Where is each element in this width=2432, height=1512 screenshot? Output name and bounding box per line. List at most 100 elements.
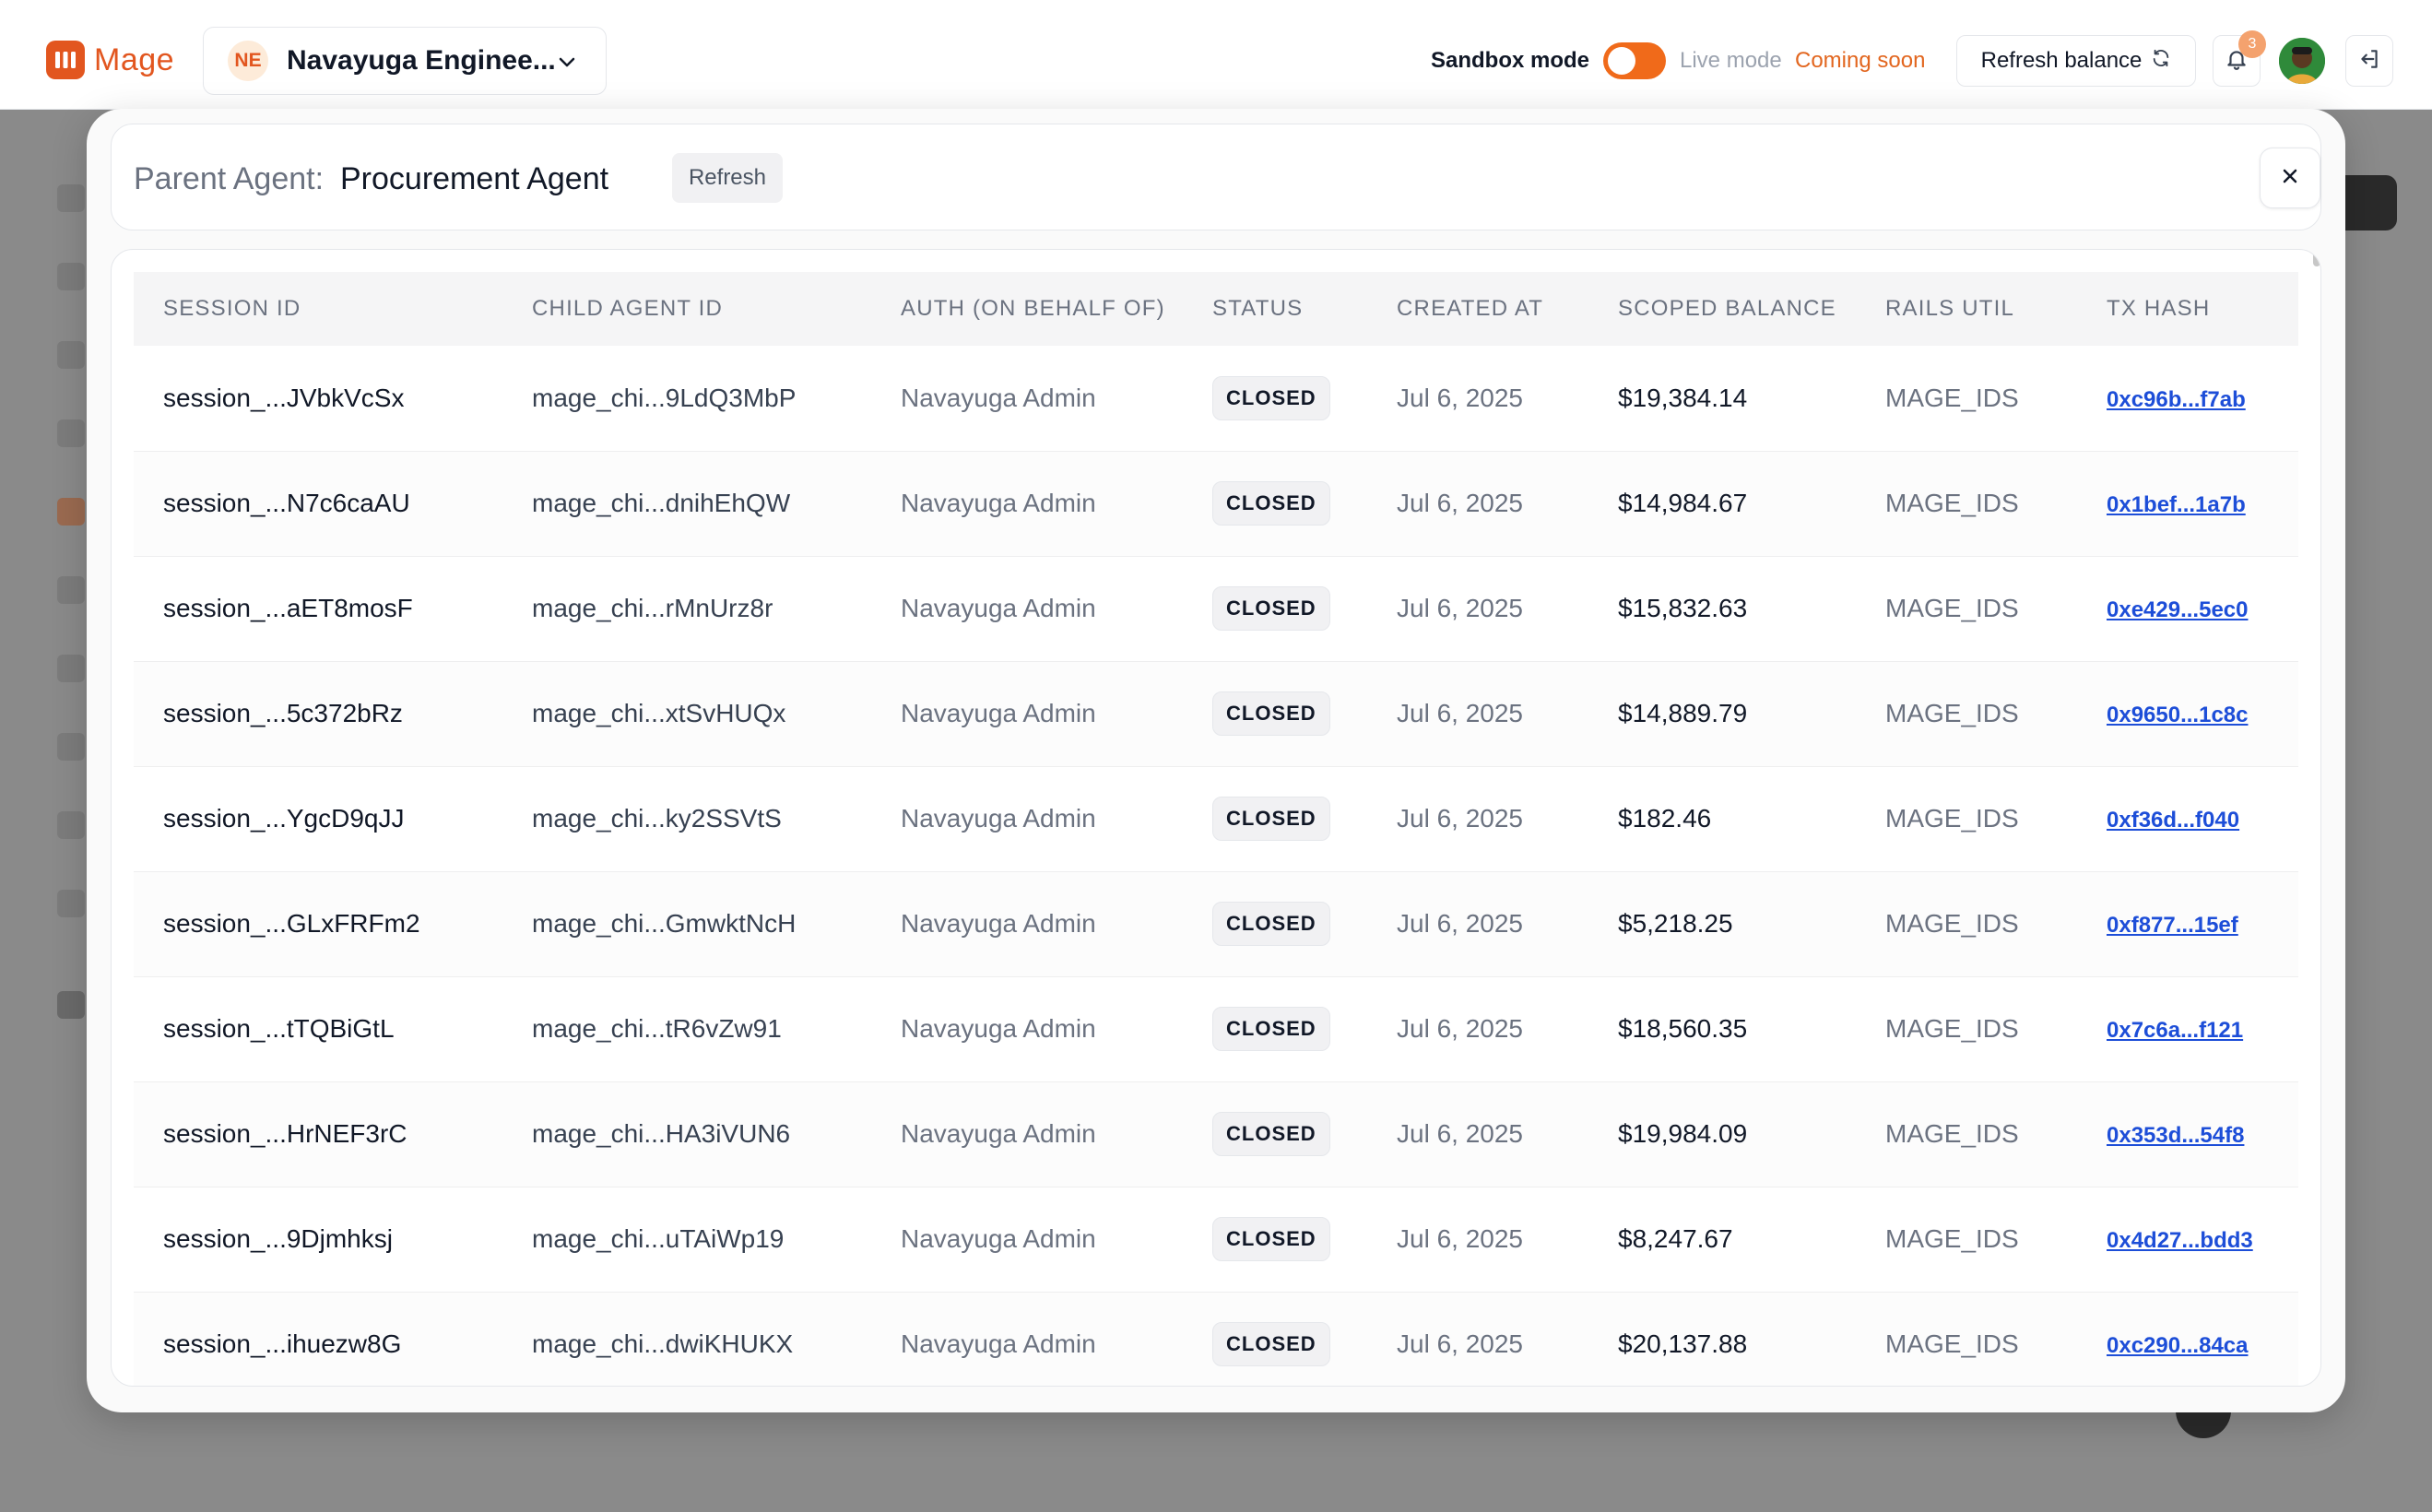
table-row[interactable]: session_...5c372bRz mage_chi...xtSvHUQx Na… — [134, 661, 2298, 766]
toggle-knob — [1608, 47, 1635, 75]
avatar[interactable] — [2279, 38, 2325, 84]
session-id-cell: session_...YgcD9qJJ — [163, 804, 405, 833]
status-badge: CLOSED — [1212, 691, 1330, 736]
bg-sidebar-item — [57, 263, 85, 290]
refresh-balance-label: Refresh balance — [1980, 48, 2143, 73]
table-row[interactable]: session_...tTQBiGtL mage_chi...tR6vZw91 Na… — [134, 976, 2298, 1081]
status-badge: CLOSED — [1212, 902, 1330, 946]
created-at-cell: Jul 6, 2025 — [1397, 489, 1523, 517]
table-row[interactable]: session_...N7c6caAU mage_chi...dnihEhQW Na… — [134, 451, 2298, 556]
session-id-cell: session_...aET8mosF — [163, 594, 413, 622]
rails-util-cell: MAGE_IDS — [1885, 1119, 2019, 1148]
tx-hash-cell: 0x9650...1c8c — [2077, 661, 2298, 766]
column-header-child-agent-id: CHILD AGENT ID — [532, 296, 724, 321]
column-header-rails-util: RAILS UTIL — [1885, 296, 2015, 321]
status-cell: CLOSED — [1183, 661, 1367, 766]
scoped-balance-cell: $182.46 — [1618, 804, 1712, 833]
created-at-cell: Jul 6, 2025 — [1397, 699, 1523, 727]
created-at-cell: Jul 6, 2025 — [1397, 594, 1523, 622]
status-badge: CLOSED — [1212, 1217, 1330, 1261]
auth-cell: Navayuga Admin — [901, 383, 1096, 412]
status-badge: CLOSED — [1212, 797, 1330, 841]
auth-cell: Navayuga Admin — [901, 1119, 1096, 1148]
session-id-cell: session_...tTQBiGtL — [163, 1014, 395, 1043]
tx-hash-link[interactable]: 0x4d27...bdd3 — [2107, 1228, 2253, 1253]
modal-header: Parent Agent: Procurement Agent Refresh — [111, 124, 2321, 230]
auth-cell: Navayuga Admin — [901, 804, 1096, 833]
bg-sidebar-item — [57, 341, 85, 369]
bg-sidebar-item — [57, 655, 85, 682]
logout-icon — [2357, 47, 2381, 76]
tx-hash-cell: 0xf877...15ef — [2077, 871, 2298, 976]
table-row[interactable]: session_...JVbkVcSx mage_chi...9LdQ3MbP Na… — [134, 346, 2298, 451]
notification-count-badge: 3 — [2238, 30, 2266, 58]
organization-selector[interactable]: NE Navayuga Enginee... — [203, 27, 607, 95]
tx-hash-link[interactable]: 0x9650...1c8c — [2107, 703, 2248, 727]
table-row[interactable]: session_...YgcD9qJJ mage_chi...ky2SSVtS Na… — [134, 766, 2298, 871]
tx-hash-link[interactable]: 0x1bef...1a7b — [2107, 492, 2246, 517]
table-row[interactable]: session_...ihuezw8G mage_chi...dwiKHUKX Na… — [134, 1292, 2298, 1386]
coming-soon-label: Coming soon — [1795, 48, 1926, 73]
parent-agent-name: Procurement Agent — [340, 161, 609, 196]
brand-logo[interactable]: Mage — [46, 41, 174, 79]
status-cell: CLOSED — [1183, 871, 1367, 976]
status-cell: CLOSED — [1183, 1292, 1367, 1386]
bg-sidebar-item — [57, 498, 85, 526]
rails-util-cell: MAGE_IDS — [1885, 1224, 2019, 1253]
bg-sidebar-item — [57, 419, 85, 447]
tx-hash-link[interactable]: 0x353d...54f8 — [2107, 1123, 2244, 1148]
child-agent-id-cell: mage_chi...tR6vZw91 — [532, 1014, 782, 1043]
table-row[interactable]: session_...GLxFRFm2 mage_chi...GmwktNcH Na… — [134, 871, 2298, 976]
scoped-balance-cell: $5,218.25 — [1618, 909, 1733, 938]
brand-name: Mage — [94, 41, 175, 77]
table-row[interactable]: session_...HrNEF3rC mage_chi...HA3iVUN6 Na… — [134, 1081, 2298, 1187]
status-cell: CLOSED — [1183, 1081, 1367, 1187]
tx-hash-link[interactable]: 0xc96b...f7ab — [2107, 387, 2246, 412]
tx-hash-cell: 0x7c6a...f121 — [2077, 976, 2298, 1081]
column-header-tx-hash: TX HASH — [2107, 296, 2211, 321]
top-bar: Mage NE Navayuga Enginee... Sandbox mode… — [0, 0, 2432, 110]
rails-util-cell: MAGE_IDS — [1885, 383, 2019, 412]
bg-sidebar-item — [57, 811, 85, 839]
bg-sidebar-item — [57, 184, 85, 212]
child-agent-id-cell: mage_chi...uTAiWp19 — [532, 1224, 785, 1253]
auth-cell: Navayuga Admin — [901, 909, 1096, 938]
rails-util-cell: MAGE_IDS — [1885, 804, 2019, 833]
tx-hash-link[interactable]: 0x7c6a...f121 — [2107, 1018, 2243, 1043]
session-id-cell: session_...GLxFRFm2 — [163, 909, 420, 938]
status-badge: CLOSED — [1212, 481, 1330, 526]
logout-button[interactable] — [2345, 35, 2393, 87]
sandbox-mode-label: Sandbox mode — [1431, 48, 1590, 73]
auth-cell: Navayuga Admin — [901, 489, 1096, 517]
tx-hash-cell: 0x1bef...1a7b — [2077, 451, 2298, 556]
sandbox-mode-toggle[interactable] — [1603, 42, 1666, 79]
refresh-balance-button[interactable]: Refresh balance — [1956, 35, 2196, 87]
rails-util-cell: MAGE_IDS — [1885, 1014, 2019, 1043]
table-row[interactable]: session_...9Djmhksj mage_chi...uTAiWp19 Na… — [134, 1187, 2298, 1292]
table-scrollbar[interactable] — [2313, 250, 2320, 266]
child-sessions-modal: Parent Agent: Procurement Agent Refresh … — [87, 109, 2345, 1412]
created-at-cell: Jul 6, 2025 — [1397, 1014, 1523, 1043]
status-cell: CLOSED — [1183, 556, 1367, 661]
session-id-cell: session_...JVbkVcSx — [163, 383, 405, 412]
tx-hash-link[interactable]: 0xf877...15ef — [2107, 913, 2238, 938]
org-initials-badge: NE — [228, 41, 268, 81]
org-name: Navayuga Enginee... — [287, 45, 556, 76]
table-row[interactable]: session_...aET8mosF mage_chi...rMnUrz8r Na… — [134, 556, 2298, 661]
status-cell: CLOSED — [1183, 766, 1367, 871]
refresh-sessions-button[interactable]: Refresh — [672, 153, 783, 203]
close-modal-button[interactable] — [2260, 148, 2320, 208]
auth-cell: Navayuga Admin — [901, 1329, 1096, 1358]
tx-hash-link[interactable]: 0xf36d...f040 — [2107, 808, 2239, 833]
sessions-table: SESSION ID CHILD AGENT ID AUTH (ON BEHAL… — [134, 272, 2298, 1386]
tx-hash-cell: 0x4d27...bdd3 — [2077, 1187, 2298, 1292]
created-at-cell: Jul 6, 2025 — [1397, 909, 1523, 938]
scoped-balance-cell: $19,384.14 — [1618, 383, 1748, 412]
status-cell: CLOSED — [1183, 976, 1367, 1081]
child-agent-id-cell: mage_chi...9LdQ3MbP — [532, 383, 797, 412]
created-at-cell: Jul 6, 2025 — [1397, 1119, 1523, 1148]
session-id-cell: session_...HrNEF3rC — [163, 1119, 407, 1148]
tx-hash-link[interactable]: 0xe429...5ec0 — [2107, 597, 2248, 622]
tx-hash-link[interactable]: 0xc290...84ca — [2107, 1333, 2248, 1358]
scoped-balance-cell: $14,889.79 — [1618, 699, 1748, 727]
